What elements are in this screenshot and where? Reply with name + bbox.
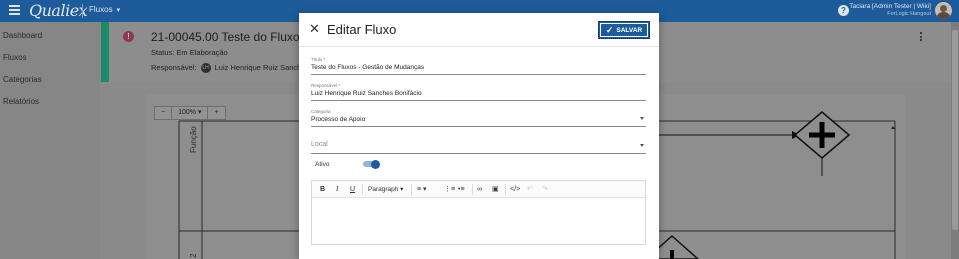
code-icon[interactable]: </> [510,185,520,194]
local-placeholder: Local [311,141,328,148]
align-icon[interactable]: ≡ ▾ [417,185,427,194]
zoom-toolbar: − 100% ▾ + [154,106,226,120]
numbered-list-icon[interactable]: ⋮≡ [444,185,455,194]
close-icon[interactable]: ✕ [309,22,320,36]
title-field[interactable]: Título * Teste do Fluxos - Gestão de Mud… [311,57,646,75]
divider [505,184,506,195]
active-toggle[interactable] [363,159,380,169]
title-value: Teste do Fluxos - Gestão de Mudanças [311,64,425,71]
description-editor: B I U Paragraph ▾ ≡ ▾ ⋮≡ •≡ ∞ ▣ </> ↶ ↷ [311,180,646,245]
active-label: Ativo [315,161,330,168]
bullet-list-icon[interactable]: •≡ [458,185,465,194]
lane-label-2: 2 [189,253,198,258]
scroll-up-icon [891,126,895,129]
underline-icon[interactable]: U [350,185,355,194]
toggle-knob [371,159,380,169]
link-icon[interactable]: ∞ [477,185,482,194]
category-label: Categoria [311,109,331,114]
save-label: SALVAR [616,26,643,34]
dropdown-arrow-icon [640,144,644,147]
editor-toolbar: B I U Paragraph ▾ ≡ ▾ ⋮≡ •≡ ∞ ▣ </> ↶ ↷ [312,181,645,198]
responsible-label: Responsável * [311,83,341,88]
paragraph-select[interactable]: Paragraph ▾ [368,185,403,194]
zoom-level-select[interactable]: 100% ▾ [172,107,209,119]
paragraph-label: Paragraph [368,186,399,193]
save-button[interactable]: ✓ SALVAR [598,21,650,39]
local-select[interactable]: Local [311,137,646,154]
caret-down-icon: ▾ [197,109,202,116]
zoom-level: 100% [178,109,196,116]
title-label: Título * [311,57,326,62]
redo-icon[interactable]: ↷ [542,185,548,194]
responsible-field[interactable]: Responsável * Luiz Henrique Ruiz Sanches… [311,83,646,101]
dialog-title: Editar Fluxo [327,22,397,37]
category-value: Processo de Apoio [311,116,366,123]
zoom-in-icon[interactable]: + [208,107,224,119]
undo-icon[interactable]: ↶ [527,185,533,194]
edit-flow-dialog: ✕ Editar Fluxo ✓ SALVAR Título * Teste d… [299,13,659,259]
divider [411,184,412,195]
category-select[interactable]: Categoria Processo de Apoio [311,109,646,127]
responsible-value: Luiz Henrique Ruiz Sanches Bonifácio [311,90,422,97]
dropdown-arrow-icon [640,117,644,120]
divider [472,184,473,195]
lane-label-funcao: Função [189,126,198,153]
dialog-header: ✕ Editar Fluxo ✓ SALVAR [299,13,659,47]
editor-content-area[interactable] [312,199,645,244]
image-icon[interactable]: ▣ [492,185,499,194]
divider [362,184,363,195]
check-icon: ✓ [605,24,614,35]
italic-icon[interactable]: I [336,185,338,194]
zoom-out-icon[interactable]: − [155,107,173,119]
bold-icon[interactable]: B [320,185,325,194]
